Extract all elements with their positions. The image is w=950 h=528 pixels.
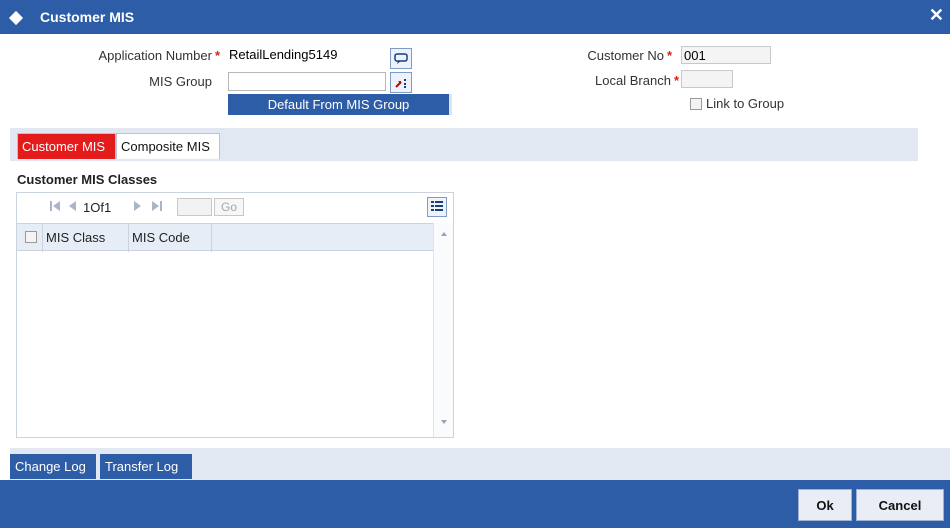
customer-no-label: Customer No *: [587, 48, 672, 63]
mis-group-input[interactable]: [228, 72, 386, 91]
grid-header: MIS Class MIS Code: [17, 223, 433, 252]
bottom-toolbar: Change Log Transfer Log: [10, 448, 950, 480]
local-branch-label: Local Branch *: [595, 73, 679, 88]
link-to-group-checkbox[interactable]: [690, 98, 702, 110]
customer-no-field[interactable]: 001: [681, 46, 771, 64]
mis-classes-grid: 1Of1 Go MIS Class MIS Code: [16, 192, 454, 438]
local-branch-field[interactable]: [681, 70, 733, 88]
mis-group-label: MIS Group: [149, 74, 212, 89]
title-bar: Customer MIS ✕: [0, 0, 950, 34]
footer-bar: Ok Cancel: [0, 480, 950, 528]
grid-settings-icon-svg: [431, 201, 443, 211]
required-marker: *: [673, 73, 679, 88]
window-title: Customer MIS: [40, 9, 135, 25]
tab-composite-mis[interactable]: Composite MIS: [116, 133, 220, 159]
column-divider: [128, 224, 129, 252]
section-title: Customer MIS Classes: [17, 172, 158, 187]
tab-strip: Customer MIS Composite MIS: [10, 128, 918, 161]
prev-page-icon[interactable]: [67, 199, 77, 213]
column-divider: [42, 224, 43, 252]
go-button[interactable]: Go: [214, 198, 244, 216]
next-page-icon[interactable]: [133, 199, 143, 213]
ok-button[interactable]: Ok: [798, 489, 852, 521]
change-log-button[interactable]: Change Log: [10, 454, 96, 479]
required-marker: *: [214, 48, 220, 63]
customer-no-value: 001: [684, 48, 706, 63]
column-divider: [211, 224, 212, 252]
column-header-mis-code[interactable]: MIS Code: [132, 230, 190, 245]
grid-settings-icon[interactable]: [427, 197, 447, 217]
diamond-icon: [8, 10, 24, 26]
go-page-input[interactable]: [177, 198, 212, 216]
last-page-icon[interactable]: [151, 199, 163, 213]
close-icon[interactable]: ✕: [929, 5, 944, 26]
lov-pick-icon-svg: [395, 78, 406, 88]
tab-customer-mis[interactable]: Customer MIS: [17, 133, 116, 159]
lov-pick-icon[interactable]: [390, 72, 412, 93]
scroll-up-icon[interactable]: [440, 231, 448, 237]
required-marker: *: [666, 48, 672, 63]
select-all-checkbox[interactable]: [25, 231, 37, 243]
transfer-log-button[interactable]: Transfer Log: [100, 454, 192, 479]
link-to-group-label: Link to Group: [706, 96, 785, 111]
page-indicator: 1Of1: [83, 200, 112, 215]
grid-pager: 1Of1 Go: [17, 193, 453, 223]
column-header-mis-class[interactable]: MIS Class: [46, 230, 105, 245]
grid-scrollbar[interactable]: [433, 223, 453, 437]
lov-chat-icon-svg: [394, 52, 408, 64]
application-number-value[interactable]: RetailLending5149: [229, 47, 337, 62]
default-from-mis-group-button[interactable]: Default From MIS Group: [228, 94, 452, 115]
scroll-down-icon[interactable]: [440, 419, 448, 425]
lov-chat-icon[interactable]: [390, 48, 412, 69]
application-number-label: Application Number *: [98, 48, 220, 63]
first-page-icon[interactable]: [49, 199, 61, 213]
cancel-button[interactable]: Cancel: [856, 489, 944, 521]
